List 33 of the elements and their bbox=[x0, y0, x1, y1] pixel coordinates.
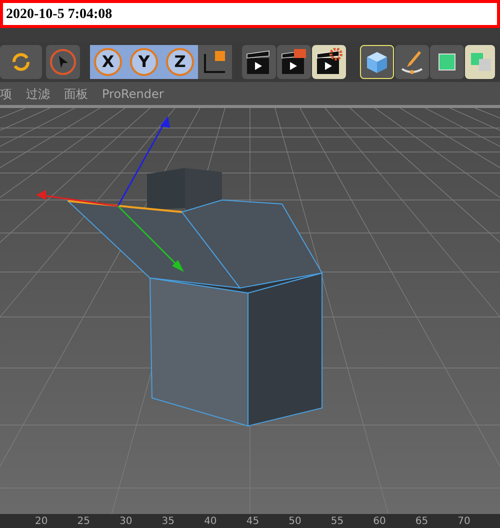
timeline-tick-label: 45 bbox=[246, 516, 260, 528]
pen-button[interactable] bbox=[395, 45, 429, 79]
select-button[interactable] bbox=[46, 45, 80, 79]
render-settings-button[interactable] bbox=[312, 45, 346, 79]
timeline-tick-label: 30 bbox=[120, 516, 134, 528]
timeline-tick-label: 20 bbox=[35, 516, 49, 528]
timeline-tick-label: 35 bbox=[162, 516, 176, 528]
viewport-menu-item[interactable]: 面板 bbox=[64, 84, 88, 102]
render-picture-button[interactable] bbox=[277, 45, 311, 79]
coordinate-button[interactable] bbox=[198, 45, 232, 79]
viewport-menu-item[interactable]: ProRender bbox=[102, 84, 164, 102]
timeline-tick-label: 55 bbox=[330, 516, 345, 528]
cube-button[interactable] bbox=[360, 45, 394, 79]
axis-toggle[interactable]: X bbox=[90, 45, 126, 79]
timeline-tick-label: 40 bbox=[204, 516, 218, 528]
clapper-gear-icon bbox=[315, 48, 343, 76]
timeline-tick-label: 70 bbox=[458, 516, 472, 528]
timeline-tick-label: 65 bbox=[415, 516, 430, 528]
viewport-menu-item[interactable]: 项 bbox=[0, 84, 12, 102]
clapper-icon bbox=[280, 48, 308, 76]
timeline-tick-label: 25 bbox=[77, 516, 91, 528]
axis-toggle[interactable]: Z bbox=[162, 45, 198, 79]
cursor-icon bbox=[49, 48, 77, 76]
viewport-menu-item[interactable]: 过滤 bbox=[26, 84, 50, 102]
timeline-tick-label: 50 bbox=[288, 516, 302, 528]
timestamp: 2020-10-5 7:04:08 bbox=[6, 6, 112, 24]
object-button[interactable] bbox=[430, 45, 464, 79]
cube-icon bbox=[364, 49, 390, 75]
render-view-button[interactable] bbox=[242, 45, 276, 79]
timeline-tick-label: 60 bbox=[373, 516, 387, 528]
rotate-button[interactable] bbox=[0, 45, 42, 79]
pen-icon bbox=[399, 49, 425, 75]
axis-toggle[interactable]: Y bbox=[126, 45, 162, 79]
